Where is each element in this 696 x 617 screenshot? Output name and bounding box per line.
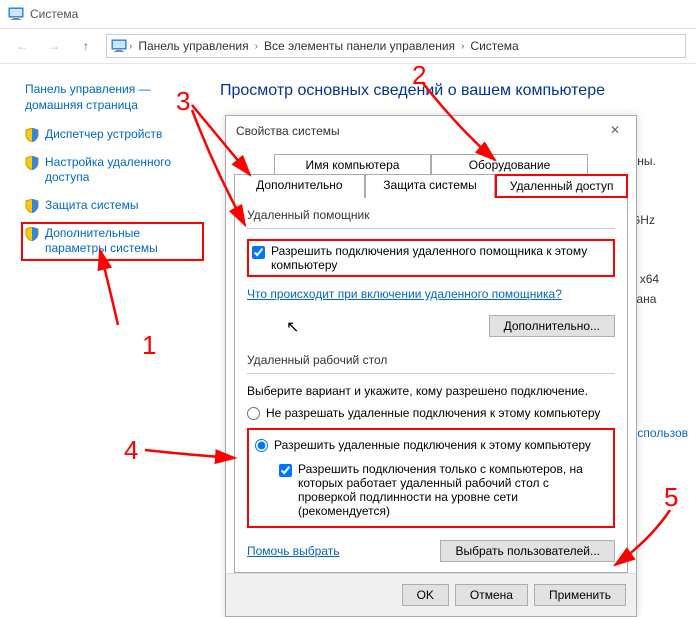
radio-dont-allow[interactable]: Не разрешать удаленные подключения к это… bbox=[247, 406, 615, 420]
window-title: Система bbox=[30, 7, 78, 21]
forward-button[interactable]: → bbox=[42, 34, 66, 58]
link-help-choose[interactable]: Помочь выбрать bbox=[247, 544, 340, 558]
annotation-5: 5 bbox=[664, 482, 678, 513]
sidebar-item-system-protection[interactable]: Защита системы bbox=[25, 198, 200, 214]
group-remote-desktop: Удаленный рабочий стол bbox=[247, 353, 615, 367]
close-icon[interactable]: ✕ bbox=[610, 123, 626, 139]
breadcrumb-item[interactable]: Все элементы панели управления bbox=[260, 39, 459, 53]
system-properties-dialog: Свойства системы ✕ Имя компьютера Оборуд… bbox=[225, 115, 637, 617]
tab-computer-name[interactable]: Имя компьютера bbox=[274, 154, 431, 175]
shield-icon bbox=[25, 156, 39, 170]
breadcrumb-item[interactable]: Система bbox=[466, 39, 522, 53]
checkbox-input[interactable] bbox=[252, 246, 265, 259]
group-remote-assistance: Удаленный помощник bbox=[247, 208, 615, 222]
computer-icon bbox=[8, 6, 24, 22]
sidebar-item-label: Дополнительные параметры системы bbox=[45, 226, 200, 257]
radio-input[interactable] bbox=[255, 439, 268, 452]
radio-allow[interactable]: Разрешить удаленные подключения к этому … bbox=[255, 438, 607, 452]
checkbox-input[interactable] bbox=[279, 464, 292, 477]
window-titlebar: Система bbox=[0, 0, 696, 28]
nav-bar: ← → ↑ › Панель управления › Все элементы… bbox=[0, 28, 696, 64]
dialog-titlebar: Свойства системы ✕ bbox=[226, 116, 636, 146]
annotation-4: 4 bbox=[124, 435, 138, 466]
computer-icon bbox=[111, 38, 127, 54]
tab-hardware[interactable]: Оборудование bbox=[431, 154, 588, 175]
tab-advanced[interactable]: Дополнительно bbox=[234, 174, 365, 198]
control-panel-home-link[interactable]: Панель управления — домашняя страница bbox=[25, 82, 200, 113]
breadcrumb-item[interactable]: Панель управления bbox=[134, 39, 252, 53]
up-button[interactable]: ↑ bbox=[74, 34, 98, 58]
radio-label: Не разрешать удаленные подключения к это… bbox=[266, 406, 600, 420]
annotation-2: 2 bbox=[412, 60, 426, 91]
checkbox-allow-remote-assistance[interactable]: Разрешить подключения удаленного помощни… bbox=[247, 239, 615, 277]
shield-icon bbox=[25, 128, 39, 142]
radio-label: Разрешить удаленные подключения к этому … bbox=[274, 438, 591, 452]
sidebar-item-remote-settings[interactable]: Настройка удаленного доступа bbox=[25, 155, 200, 186]
link-what-happens[interactable]: Что происходит при включении удаленного … bbox=[247, 287, 562, 301]
dialog-title: Свойства системы bbox=[236, 124, 340, 138]
dialog-button-bar: OK Отмена Применить bbox=[226, 573, 636, 616]
checkbox-label: Разрешить подключения только с компьютер… bbox=[298, 462, 605, 518]
shield-icon bbox=[25, 199, 39, 213]
annotation-1: 1 bbox=[142, 330, 156, 361]
radio-input[interactable] bbox=[247, 407, 260, 420]
sidebar-item-advanced-settings[interactable]: Дополнительные параметры системы bbox=[21, 222, 204, 261]
page-title: Просмотр основных сведений о вашем компь… bbox=[220, 82, 686, 100]
instruction-text: Выберите вариант и укажите, кому разреше… bbox=[247, 384, 615, 398]
select-users-button[interactable]: Выбрать пользователей... bbox=[440, 540, 615, 562]
tab-panel-remote: Удаленный помощник Разрешить подключения… bbox=[234, 197, 628, 573]
shield-icon bbox=[25, 227, 39, 241]
sidebar-item-device-manager[interactable]: Диспетчер устройств bbox=[25, 127, 200, 143]
breadcrumb[interactable]: › Панель управления › Все элементы панел… bbox=[106, 34, 686, 58]
advanced-button[interactable]: Дополнительно... bbox=[489, 315, 615, 337]
tab-system-protection[interactable]: Защита системы bbox=[365, 174, 496, 198]
sidebar-item-label: Защита системы bbox=[45, 198, 138, 214]
annotation-3: 3 bbox=[176, 86, 190, 117]
sidebar-item-label: Настройка удаленного доступа bbox=[45, 155, 200, 186]
tab-remote[interactable]: Удаленный доступ bbox=[495, 174, 628, 198]
checkbox-label: Разрешить подключения удаленного помощни… bbox=[271, 244, 610, 272]
checkbox-nla[interactable]: Разрешить подключения только с компьютер… bbox=[277, 460, 607, 520]
cursor-icon: ↖ bbox=[286, 317, 299, 337]
back-button[interactable]: ← bbox=[10, 34, 34, 58]
sidebar-item-label: Диспетчер устройств bbox=[45, 127, 162, 143]
